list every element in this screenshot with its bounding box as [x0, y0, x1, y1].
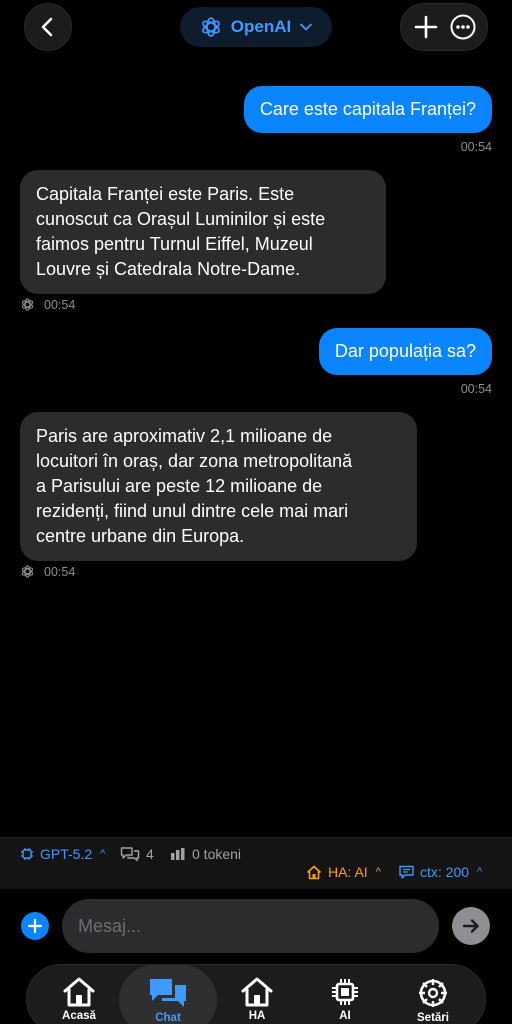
chevron-up-icon: ^ [375, 866, 381, 878]
chat-icon [150, 979, 186, 1007]
more-options-button[interactable] [445, 9, 481, 45]
tab-chat[interactable]: Chat [119, 965, 217, 1024]
message-line: Louvre și Catedrala Notre-Dame. [36, 259, 301, 279]
token-count-value: 0 tokeni [192, 846, 242, 862]
tab-ha[interactable]: HA [225, 965, 289, 1024]
context-label: ctx: 200 [420, 864, 470, 880]
message-count-value: 4 [146, 846, 154, 862]
plus-icon [414, 15, 437, 39]
ai-message-meta: 00:54 [20, 564, 75, 579]
message-line: cunoscut ca Orașul Luminilor și este [36, 209, 326, 229]
context-icon [399, 865, 414, 879]
more-icon [450, 14, 475, 40]
tab-label: Chat [155, 1012, 181, 1024]
message-time: 00:54 [460, 140, 492, 154]
message-line: Capitala Franței este Paris. Este [36, 184, 295, 204]
ai-message: Capitala Franței este Paris. Este cunosc… [20, 170, 386, 294]
message-line: faimos pentru Turnul Eiffel, Muzeul [36, 234, 313, 254]
message-line: rezidenți, fiind unul dintre cele mai ma… [36, 501, 349, 521]
chip-icon [21, 848, 33, 860]
tab-bar: Acasă Chat HA AI Setări [26, 964, 486, 1024]
user-message: Dar populația sa? [318, 328, 492, 375]
tab-label: Acasă [62, 1010, 96, 1022]
message-line: centre urbane din Europa. [36, 526, 245, 546]
message-line: Paris are aproximativ 2,1 milioane de [36, 426, 333, 446]
message-time: 00:54 [44, 564, 76, 579]
chevron-up-icon: ^ [477, 866, 483, 878]
message-text: Dar populația sa? [334, 341, 476, 361]
model-label: GPT-5.2 [40, 846, 93, 862]
ha-mode-label: HA: AI [328, 864, 368, 880]
message-time: 00:54 [44, 297, 76, 312]
ha-mode-selector[interactable]: HA: AI ^ [306, 864, 381, 880]
chip-icon [332, 979, 358, 1005]
token-count: 0 tokeni [170, 846, 241, 862]
arrow-right-icon [462, 919, 479, 933]
settings-icon [419, 979, 447, 1007]
message-text: Care este capitala Franței? [259, 99, 476, 119]
tab-ai[interactable]: AI [313, 965, 377, 1024]
user-message: Care este capitala Franței? [243, 86, 492, 133]
message-count: 4 [120, 846, 154, 862]
ai-message: Paris are aproximativ 2,1 milioane de lo… [20, 412, 417, 561]
home-icon [63, 977, 95, 1007]
message-line: locuitori în oraș, dar zona metropolitan… [36, 451, 353, 471]
bar-chart-icon [171, 848, 185, 860]
home-icon [306, 865, 322, 879]
ai-message-meta: 00:54 [20, 297, 75, 312]
status-bar: GPT-5.2 ^ 4 0 tokeni HA: AI ^ ctx: 200 ^ [0, 837, 512, 889]
back-button[interactable] [24, 3, 72, 51]
tab-label: HA [248, 1010, 266, 1022]
openai-logo-icon [21, 298, 34, 311]
context-selector[interactable]: ctx: 200 ^ [399, 864, 482, 880]
tab-setari[interactable]: Setări [401, 965, 465, 1024]
chevron-left-icon [41, 17, 53, 37]
openai-logo-icon [21, 565, 34, 578]
header: OpenAI [0, 0, 512, 60]
attach-button[interactable] [21, 912, 49, 940]
openai-logo-icon [201, 17, 220, 37]
message-input[interactable] [62, 899, 439, 953]
provider-selector[interactable]: OpenAI [180, 7, 332, 47]
messages-icon [120, 847, 140, 862]
message-time: 00:54 [460, 382, 492, 396]
provider-label: OpenAI [230, 17, 292, 36]
plus-icon [28, 919, 42, 933]
send-button[interactable] [452, 907, 490, 945]
message-line: a Parisului are peste 12 milioane de [36, 476, 323, 496]
header-actions [400, 3, 488, 51]
tab-label: AI [339, 1010, 351, 1022]
model-selector[interactable]: GPT-5.2 ^ [20, 846, 105, 862]
chevron-up-icon: ^ [100, 848, 106, 860]
tab-label: Setări [417, 1012, 449, 1024]
new-chat-button[interactable] [408, 9, 444, 45]
chevron-down-icon [300, 23, 313, 31]
tab-acasa[interactable]: Acasă [47, 965, 111, 1024]
home-assistant-icon [241, 977, 273, 1007]
